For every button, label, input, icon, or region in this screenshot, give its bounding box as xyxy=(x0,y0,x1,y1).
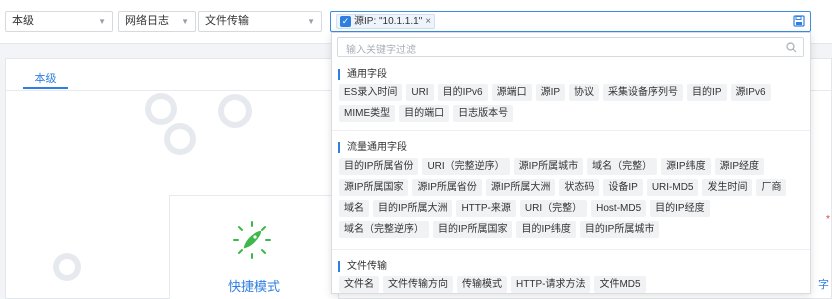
field-chip[interactable]: 源IP所属省份 xyxy=(412,179,482,196)
field-chip[interactable]: 厂商 xyxy=(756,179,787,196)
decor-bubble xyxy=(59,259,75,275)
field-chip[interactable]: HTTP-请求方法 xyxy=(511,276,591,293)
sub-type-value: 文件传输 xyxy=(205,15,249,27)
search-placeholder: 输入关键字过滤 xyxy=(346,45,416,56)
log-type-select[interactable]: 网络日志 ▼ xyxy=(118,11,196,32)
field-chip[interactable]: 源IP经度 xyxy=(714,158,765,175)
field-chip[interactable]: URI（完整逆序） xyxy=(422,158,510,175)
scope-value: 本级 xyxy=(12,15,34,27)
field-chip[interactable]: 传输模式 xyxy=(457,276,507,293)
field-chip[interactable]: 目的IP纬度 xyxy=(516,221,576,238)
search-icon xyxy=(786,42,797,53)
field-chip[interactable]: 文件名 xyxy=(339,276,379,293)
field-dropdown: 输入关键字过滤 通用字段 ES录入时间 URI 目的IPv6 源端口 源IP 协议 采集设备… xyxy=(331,32,811,294)
field-chip[interactable]: 目的IP所属省份 xyxy=(339,158,419,175)
field-chip[interactable]: 状态码 xyxy=(559,179,600,196)
field-chip[interactable]: 目的IP xyxy=(687,84,727,101)
field-list: 目的IP所属省份 URI（完整逆序） 源IP所属城市 域名（完整） 源IP纬度 源IP经度… xyxy=(339,158,805,242)
field-chip[interactable]: 源端口 xyxy=(491,84,532,101)
field-chip[interactable]: 目的IP所属大洲 xyxy=(373,200,453,217)
tab-scope[interactable]: 本级 xyxy=(23,70,68,89)
field-chip[interactable]: 源IP所属城市 xyxy=(513,158,584,175)
group-title: 通用字段 xyxy=(338,69,387,80)
field-chip[interactable]: 协议 xyxy=(569,84,600,101)
decor-bubble xyxy=(170,129,190,149)
field-chip[interactable]: URI xyxy=(406,84,434,101)
field-search-input[interactable]: 输入关键字过滤 xyxy=(337,37,804,57)
chevron-down-icon: ▼ xyxy=(98,17,106,26)
field-chip[interactable]: 源IP所属大洲 xyxy=(485,179,556,196)
field-chip[interactable]: URI（完整） xyxy=(519,200,588,217)
group-divider xyxy=(332,130,810,131)
rocket-icon xyxy=(233,221,271,259)
query-tag-label: 源IP: "10.1.1.1" xyxy=(354,16,423,27)
log-type-value: 网络日志 xyxy=(125,15,169,27)
field-chip[interactable]: 日志版本号 xyxy=(453,105,514,122)
field-chip[interactable]: 源IPv6 xyxy=(730,84,771,101)
query-input[interactable]: ✓ 源IP: "10.1.1.1" × xyxy=(330,11,811,32)
field-chip[interactable]: 发生时间 xyxy=(702,179,753,196)
chevron-down-icon: ▼ xyxy=(181,17,189,26)
field-chip[interactable]: 文件MD5 xyxy=(594,276,646,293)
field-chip[interactable]: URI-MD5 xyxy=(646,179,699,196)
sub-type-select[interactable]: 文件传输 ▼ xyxy=(198,11,322,32)
required-mark: * xyxy=(826,214,830,225)
card-title: 快捷模式 xyxy=(227,279,280,294)
decor-bubble xyxy=(151,99,171,119)
field-chip[interactable]: ES录入时间 xyxy=(339,84,403,101)
field-chip[interactable]: Host-MD5 xyxy=(591,200,647,217)
field-chip[interactable]: 文件传输方向 xyxy=(383,276,453,293)
field-chip[interactable]: 设备IP xyxy=(603,179,643,196)
group-title: 文件传输 xyxy=(338,261,387,272)
field-chip[interactable]: MIME类型 xyxy=(339,105,396,122)
decor-bubble xyxy=(224,100,246,122)
group-divider xyxy=(332,249,810,250)
field-list: 文件名 文件传输方向 传输模式 HTTP-请求方法 文件MD5 xyxy=(339,276,805,297)
field-chip[interactable]: 目的IP所属国家 xyxy=(433,221,513,238)
field-chip[interactable]: 目的IP所属城市 xyxy=(579,221,660,238)
chevron-down-icon: ▼ xyxy=(307,17,315,26)
field-chip[interactable]: 域名（完整逆序） xyxy=(339,221,429,238)
save-icon[interactable] xyxy=(793,15,805,27)
field-chip[interactable]: 目的IP经度 xyxy=(650,200,710,217)
quick-mode-card[interactable]: 快捷模式 xyxy=(169,195,339,299)
close-icon[interactable]: × xyxy=(425,14,431,29)
field-chip[interactable]: 源IP纬度 xyxy=(661,158,711,175)
field-chip[interactable]: 源IP所属国家 xyxy=(339,179,409,196)
group-title: 流量通用字段 xyxy=(338,142,407,153)
field-chip[interactable]: 域名 xyxy=(339,200,369,217)
field-chip[interactable]: 采集设备序列号 xyxy=(603,84,684,101)
field-list: ES录入时间 URI 目的IPv6 源端口 源IP 协议 采集设备序列号 目的IP 源IPv6 M… xyxy=(339,84,805,126)
edge-text: 字 xyxy=(818,279,829,291)
checkbox-icon[interactable]: ✓ xyxy=(340,16,351,27)
field-chip[interactable]: HTTP-来源 xyxy=(456,200,516,217)
scope-select[interactable]: 本级 ▼ xyxy=(5,11,113,32)
query-tag[interactable]: ✓ 源IP: "10.1.1.1" × xyxy=(336,14,436,29)
field-chip[interactable]: 目的端口 xyxy=(399,105,450,122)
field-chip[interactable]: 源IP xyxy=(535,84,566,101)
field-chip[interactable]: 域名（完整） xyxy=(587,158,658,175)
field-chip[interactable]: 目的IPv6 xyxy=(437,84,488,101)
